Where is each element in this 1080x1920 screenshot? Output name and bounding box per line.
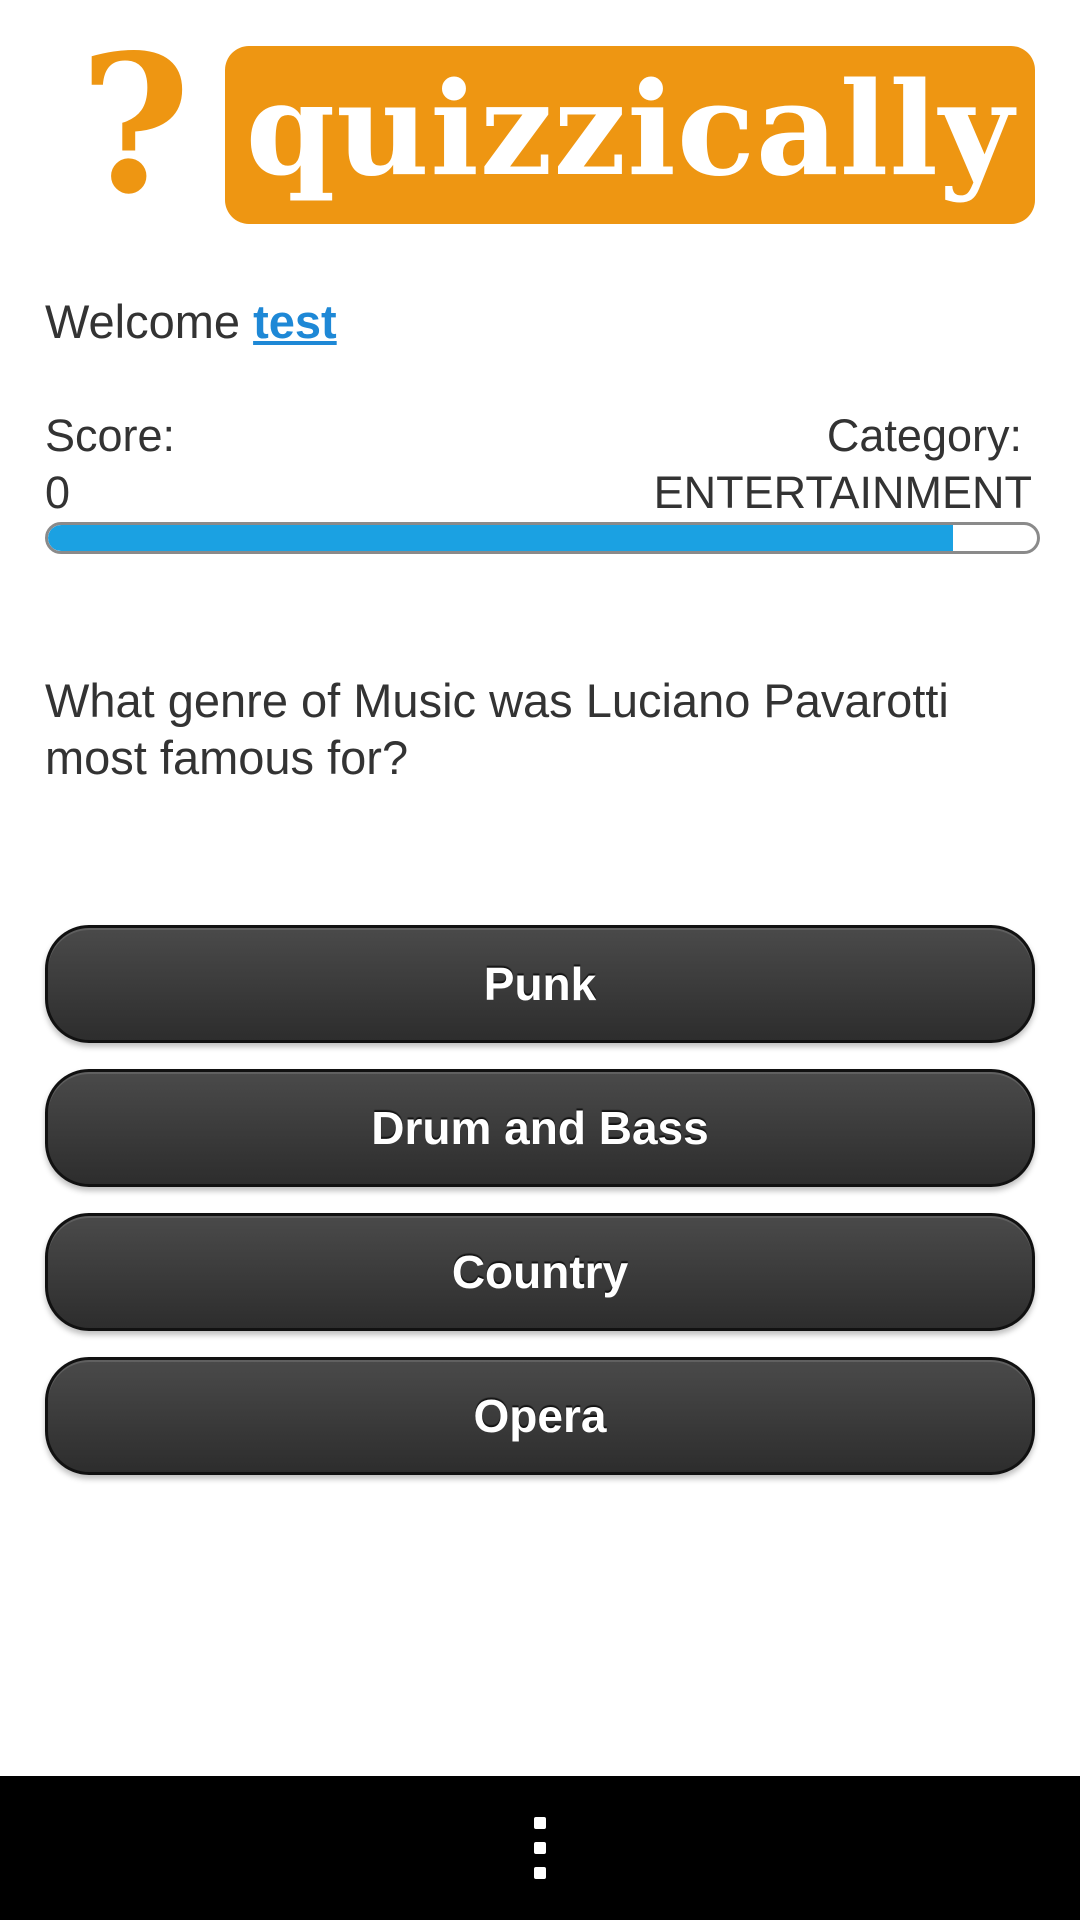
timer-progress-fill bbox=[48, 525, 953, 551]
overflow-menu-icon[interactable] bbox=[530, 1817, 550, 1879]
system-navigation-bar bbox=[0, 1776, 1080, 1920]
timer-progress-bar bbox=[45, 522, 1040, 554]
menu-dot bbox=[534, 1842, 546, 1854]
answer-button-country[interactable]: Country bbox=[45, 1213, 1035, 1331]
question-text: What genre of Music was Luciano Pavarott… bbox=[45, 674, 949, 784]
question-mark-logo-icon: ? bbox=[79, 13, 191, 236]
category-value: ENTERTAINMENT bbox=[653, 467, 1032, 518]
quiz-screen: ? quizzically Welcome test Score: 0 Cate… bbox=[0, 0, 1080, 1920]
answer-button-opera[interactable]: Opera bbox=[45, 1357, 1035, 1475]
username-link[interactable]: test bbox=[253, 295, 337, 348]
brand-logo: quizzically bbox=[225, 46, 1035, 224]
category-label: Category: bbox=[826, 410, 1022, 461]
answer-list: Punk Drum and Bass Country Opera bbox=[45, 925, 1035, 1501]
menu-dot bbox=[534, 1817, 546, 1829]
answer-button-drum-and-bass[interactable]: Drum and Bass bbox=[45, 1069, 1035, 1187]
answer-button-punk[interactable]: Punk bbox=[45, 925, 1035, 1043]
welcome-greeting: Welcome bbox=[45, 295, 241, 348]
score-label: Score: bbox=[45, 410, 176, 461]
welcome-message: Welcome test bbox=[45, 290, 337, 354]
brand-name: quizzically bbox=[245, 55, 1015, 205]
app-header: ? quizzically bbox=[0, 0, 1080, 240]
menu-dot bbox=[534, 1867, 546, 1879]
score-value: 0 bbox=[45, 467, 71, 518]
